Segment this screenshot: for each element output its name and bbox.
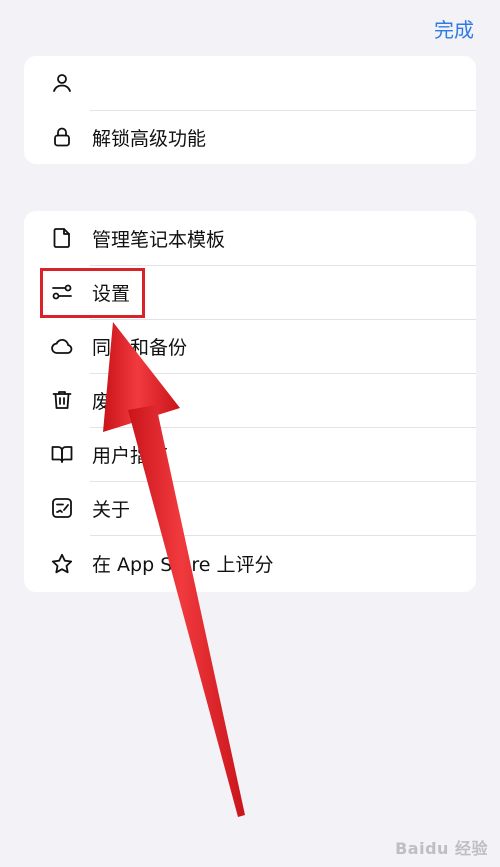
about-row[interactable]: 关于	[24, 481, 476, 535]
manage-templates-row[interactable]: 管理笔记本模板	[24, 211, 476, 265]
person-icon	[50, 71, 74, 95]
rate-app-store-label: 在 App Store 上评分	[92, 554, 274, 576]
sync-backup-label: 同步和备份	[92, 336, 188, 359]
trash-icon	[50, 388, 74, 412]
done-button[interactable]: 完成	[434, 14, 474, 43]
document-icon	[50, 226, 74, 250]
note-edit-icon	[50, 496, 74, 520]
user-guide-row[interactable]: 用户指南	[24, 427, 476, 481]
main-menu-card: 管理笔记本模板 设置 同步和备份 废纸篓 用户指南 关于 在 App Store…	[24, 211, 476, 592]
sync-backup-row[interactable]: 同步和备份	[24, 319, 476, 373]
menu-screen: 完成 解锁高级功能 管理笔记本模板 设置 同步和备份 废纸篓 用户指南 关于 在…	[0, 0, 500, 867]
sliders-icon	[50, 280, 74, 304]
baidu-watermark: Baidu 经验	[395, 839, 488, 858]
trash-label: 废纸篓	[92, 390, 150, 413]
star-icon	[50, 552, 74, 576]
about-label: 关于	[92, 498, 131, 521]
account-row[interactable]	[24, 56, 476, 110]
manage-templates-label: 管理笔记本模板	[92, 228, 226, 251]
trash-row[interactable]: 废纸篓	[24, 373, 476, 427]
settings-row[interactable]: 设置	[24, 265, 476, 319]
book-icon	[50, 442, 74, 466]
account-card: 解锁高级功能	[24, 56, 476, 164]
unlock-premium-label: 解锁高级功能	[92, 127, 207, 150]
rate-app-store-row[interactable]: 在 App Store 上评分	[24, 535, 476, 592]
lock-icon	[50, 125, 74, 149]
settings-label: 设置	[92, 282, 131, 305]
user-guide-label: 用户指南	[92, 444, 169, 467]
unlock-premium-row[interactable]: 解锁高级功能	[24, 110, 476, 164]
cloud-icon	[50, 334, 74, 358]
